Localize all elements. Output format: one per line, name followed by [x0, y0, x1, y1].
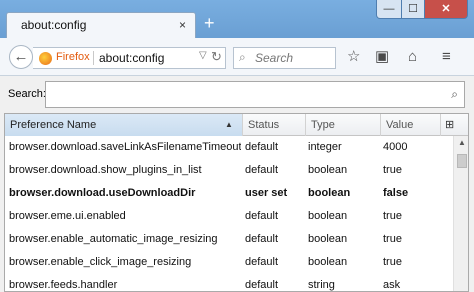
maximize-button[interactable]: ☐	[401, 0, 425, 19]
sort-ascending-icon: ▲	[225, 120, 233, 129]
column-header-value[interactable]: Value	[381, 114, 441, 136]
preference-status: default	[245, 164, 279, 176]
table-row[interactable]: browser.feeds.handler default string ask	[5, 274, 453, 291]
column-header-name[interactable]: Preference Name ▲	[5, 114, 243, 136]
search-placeholder: Search	[255, 51, 294, 65]
preference-name: browser.enable_automatic_image_resizing	[9, 233, 218, 245]
preference-type: string	[308, 279, 335, 291]
preference-value: true	[383, 210, 402, 222]
table-row[interactable]: browser.download.saveLinkAsFilenameTimeo…	[5, 136, 453, 159]
table-row[interactable]: browser.eme.ui.enabled default boolean t…	[5, 205, 453, 228]
url-dropdown-icon[interactable]: ▽	[199, 50, 207, 61]
url-text[interactable]: about:config	[99, 51, 164, 65]
preference-status: default	[245, 279, 279, 291]
home-icon[interactable]: ⌂	[408, 48, 417, 66]
scroll-up-arrow-icon[interactable]: ▲	[458, 138, 466, 147]
vertical-scrollbar[interactable]: ▲	[453, 136, 468, 291]
preference-status: default	[245, 141, 279, 153]
tab-close-icon[interactable]: ×	[179, 18, 186, 32]
navigation-toolbar: ← Firefox about:config ▽ ↻ ⌕ Search ☆ ▣ …	[0, 38, 474, 76]
preference-type: boolean	[308, 210, 348, 222]
column-header-type[interactable]: Type	[306, 114, 381, 136]
tab-about-config[interactable]: about:config ×	[6, 12, 196, 39]
preferences-table: Preference Name ▲ Status Type Value ⊞ br…	[4, 113, 469, 292]
reading-list-icon[interactable]: ▣	[375, 48, 389, 66]
search-label: Search:	[8, 88, 46, 100]
preference-name: browser.eme.ui.enabled	[9, 210, 126, 222]
preference-value: 4000	[383, 141, 408, 153]
preference-status: default	[245, 233, 279, 245]
url-bar[interactable]: Firefox about:config ▽ ↻	[33, 47, 226, 69]
preference-status: default	[245, 256, 279, 268]
preference-value: true	[383, 233, 402, 245]
column-header-status[interactable]: Status	[243, 114, 306, 136]
new-tab-icon[interactable]: +	[204, 14, 215, 32]
reload-icon[interactable]: ↻	[211, 49, 222, 65]
table-row[interactable]: browser.download.useDownloadDir user set…	[5, 182, 453, 205]
preference-type: boolean	[308, 233, 348, 245]
title-bar: about:config × + — ☐ ✕	[0, 0, 474, 39]
column-picker-icon[interactable]: ⊞	[445, 118, 454, 131]
preference-type: boolean	[308, 164, 348, 176]
preference-value: ask	[383, 279, 401, 291]
preference-name: browser.download.show_plugins_in_list	[9, 164, 202, 176]
identity-label[interactable]: Firefox	[56, 51, 90, 63]
table-row[interactable]: browser.enable_automatic_image_resizing …	[5, 228, 453, 251]
preference-name: browser.download.useDownloadDir	[9, 187, 196, 199]
preference-name: browser.download.saveLinkAsFilenameTimeo…	[9, 141, 241, 153]
search-icon: ⌕	[239, 50, 246, 64]
preference-status: default	[245, 210, 279, 222]
menu-icon[interactable]: ≡	[442, 48, 451, 66]
bookmark-star-icon[interactable]: ☆	[347, 48, 360, 66]
table-body: browser.download.saveLinkAsFilenameTimeo…	[5, 136, 453, 291]
table-header: Preference Name ▲ Status Type Value ⊞	[5, 114, 468, 136]
table-row[interactable]: browser.enable_click_image_resizing defa…	[5, 251, 453, 274]
preference-type: boolean	[308, 187, 351, 199]
column-header-name-label: Preference Name	[10, 119, 97, 131]
preference-value: true	[383, 256, 402, 268]
preference-type: boolean	[308, 256, 348, 268]
table-row[interactable]: browser.download.show_plugins_in_list de…	[5, 159, 453, 182]
scrollbar-thumb[interactable]	[457, 154, 467, 168]
preference-name: browser.enable_click_image_resizing	[9, 256, 192, 268]
preference-status: user set	[245, 187, 288, 199]
close-window-button[interactable]: ✕	[424, 0, 468, 19]
preference-type: integer	[308, 141, 342, 153]
url-separator	[93, 51, 94, 65]
preference-value: true	[383, 164, 402, 176]
tab-title: about:config	[21, 18, 87, 32]
web-search-input[interactable]: ⌕ Search	[233, 47, 336, 69]
magnifier-icon: ⌕	[451, 87, 458, 101]
config-search-input[interactable]: ⌕	[45, 81, 465, 108]
firefox-icon	[39, 52, 52, 65]
minimize-button[interactable]: —	[376, 0, 402, 19]
about-config-page: Search: ⌕ Preference Name ▲ Status Type …	[0, 76, 474, 292]
preference-value: false	[383, 187, 409, 199]
back-arrow-icon[interactable]: ←	[9, 45, 33, 69]
preference-name: browser.feeds.handler	[9, 279, 118, 291]
